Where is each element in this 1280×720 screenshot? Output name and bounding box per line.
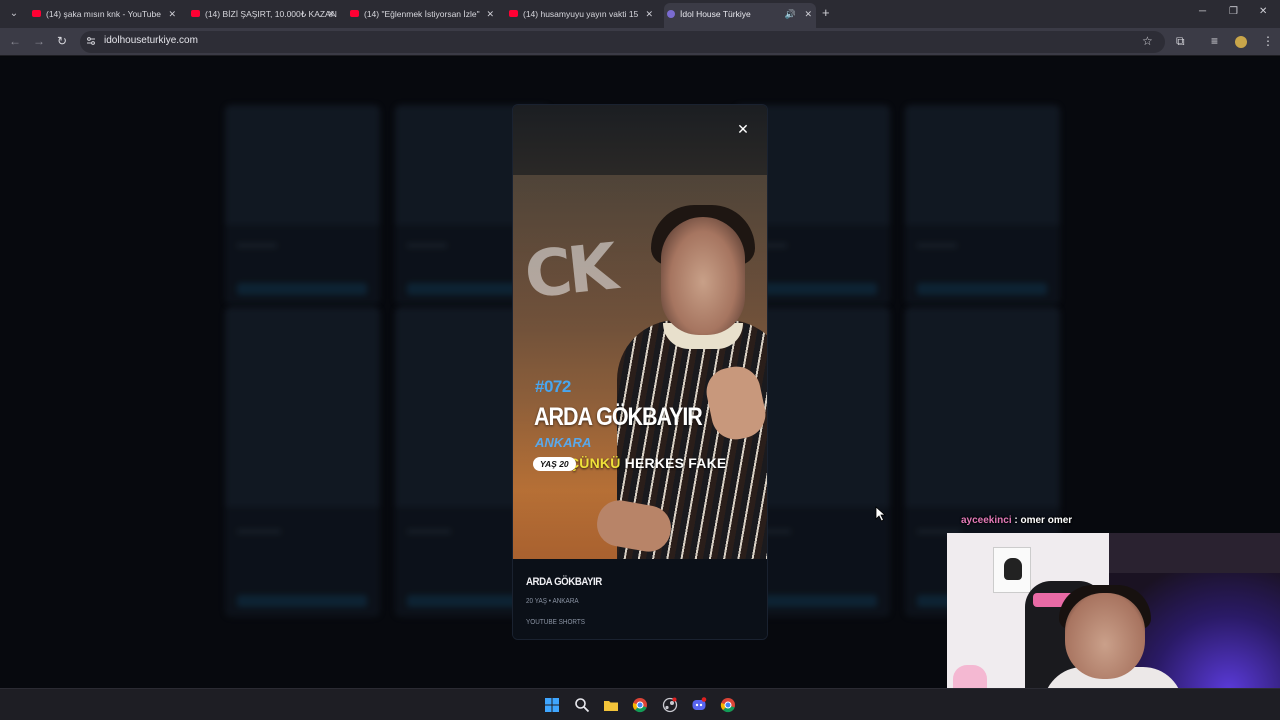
tab-title: İdol House Türkiye [680, 9, 751, 19]
avatar-icon[interactable] [1235, 36, 1247, 48]
video-subtitle: ÇÜNKÜ HERKES FAKE [569, 455, 726, 471]
kebab-menu-icon[interactable]: ⋮ [1262, 34, 1274, 48]
mouse-cursor-icon [875, 506, 887, 522]
contestant-card [225, 105, 380, 305]
contestant-name-overlay: ARDA GÖKBAYIR [534, 403, 703, 431]
subtitle-highlight: ÇÜNKÜ [569, 455, 621, 471]
close-window-icon[interactable]: ✕ [1259, 6, 1267, 17]
contestant-meta: 20 YAŞ • ANKARA [526, 596, 579, 605]
chevron-down-icon[interactable]: ⌄ [6, 6, 22, 22]
folder-icon[interactable] [603, 697, 619, 713]
speaker-icon[interactable]: 🔊 [785, 3, 796, 25]
close-icon[interactable]: ✕ [168, 3, 176, 25]
contestant-city-overlay: ANKARA [535, 435, 592, 450]
contestant-card [225, 307, 380, 617]
chrome-icon[interactable] [720, 697, 736, 713]
arrow-left-icon[interactable]: ← [9, 34, 21, 48]
minimize-icon[interactable]: ─ [1199, 6, 1206, 17]
taskbar [0, 688, 1280, 720]
youtube-icon [509, 10, 518, 17]
contestant-card [905, 105, 1060, 305]
browser-tab-active[interactable]: İdol House Türkiye 🔊 ✕ [664, 3, 816, 28]
discord-icon[interactable] [691, 697, 707, 713]
plus-icon[interactable]: + [822, 5, 830, 20]
tab-strip: ⌄ (14) şaka mısın knk - YouTube ✕ (14) B… [0, 0, 1280, 28]
contestant-name: ARDA GÖKBAYIR [526, 576, 602, 588]
video-player[interactable]: CK #072 ARDA GÖKBAYIR ANKARA ÇÜNKÜ HERKE… [513, 105, 767, 559]
tab-title: (14) "Eğlenmek İstiyorsan İzle" [364, 9, 480, 19]
toolbar: ← → ↻ idolhouseturkiye.com ☆ ⧉ ≡ ⋮ [0, 28, 1280, 56]
star-icon[interactable]: ☆ [1142, 34, 1153, 48]
browser-tab[interactable]: (14) BİZİ ŞAŞIRT, 10.000₺ KAZAN ✕ [189, 3, 339, 25]
address-bar[interactable] [80, 31, 1165, 53]
browser-tab[interactable]: (14) husamyuyu yayın vakti 15 ✕ [507, 3, 657, 25]
chrome-icon[interactable] [632, 697, 648, 713]
steam-icon[interactable] [662, 697, 678, 713]
browser-tab[interactable]: (14) şaka mısın knk - YouTube ✕ [30, 3, 180, 25]
tune-icon[interactable] [86, 36, 96, 46]
poster [993, 547, 1031, 593]
arrow-right-icon[interactable]: → [33, 34, 45, 48]
url-text[interactable]: idolhouseturkiye.com [104, 35, 198, 46]
youtube-icon [32, 10, 41, 17]
contestant-info: ARDA GÖKBAYIR 20 YAŞ • ANKARA YOUTUBE SH… [513, 559, 767, 639]
close-icon[interactable]: ✕ [735, 121, 751, 137]
contestant-number: #072 [535, 377, 571, 396]
youtube-icon [191, 10, 200, 17]
chat-message: ayceekinci : omer omer [961, 515, 1072, 526]
puzzle-icon[interactable]: ⧉ [1176, 34, 1185, 49]
graffiti-decoration: CK [521, 230, 618, 314]
windows-start-icon[interactable] [544, 697, 560, 713]
close-icon[interactable]: ✕ [804, 3, 812, 25]
chat-text: : omer omer [1011, 515, 1073, 526]
streamer [1065, 593, 1145, 679]
close-icon[interactable]: ✕ [645, 3, 653, 25]
contestant-modal: CK #072 ARDA GÖKBAYIR ANKARA ÇÜNKÜ HERKE… [512, 104, 768, 640]
age-badge: YAŞ 20 [533, 457, 576, 471]
restore-icon[interactable]: ❐ [1229, 6, 1238, 17]
tab-title: (14) BİZİ ŞAŞIRT, 10.000₺ KAZAN [205, 9, 337, 19]
video-source: YOUTUBE SHORTS [526, 617, 586, 626]
search-icon[interactable] [574, 697, 590, 713]
subtitle-rest: HERKES FAKE [624, 455, 727, 471]
tab-title: (14) şaka mısın knk - YouTube [46, 9, 161, 19]
site-favicon-icon [667, 10, 675, 18]
reload-icon[interactable]: ↻ [57, 34, 67, 48]
browser-tab[interactable]: (14) "Eğlenmek İstiyorsan İzle" ✕ [348, 3, 498, 25]
tab-title: (14) husamyuyu yayın vakti 15 [523, 9, 639, 19]
close-icon[interactable]: ✕ [327, 3, 335, 25]
close-icon[interactable]: ✕ [486, 3, 494, 25]
youtube-icon [350, 10, 359, 17]
media-control-icon[interactable]: ≡ [1211, 34, 1218, 48]
chat-username: ayceekinci [961, 515, 1012, 526]
